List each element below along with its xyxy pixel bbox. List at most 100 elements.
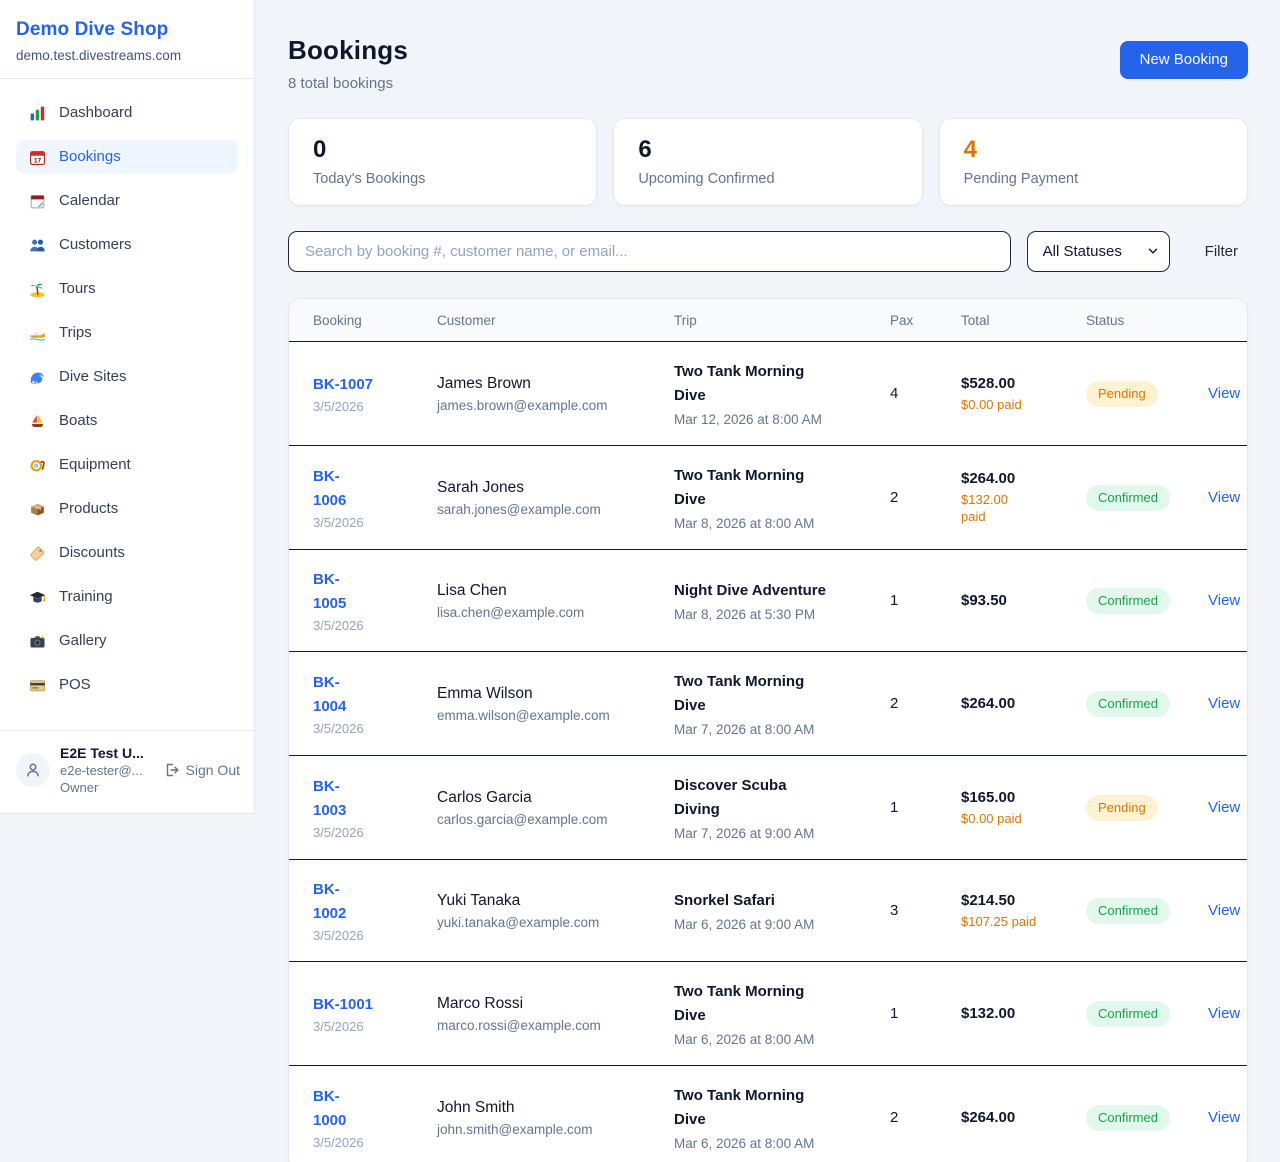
sidebar-item-discounts[interactable]: Discounts [16, 536, 238, 570]
total-amount: $93.50 [961, 592, 1062, 609]
status-badge: Pending [1086, 795, 1158, 821]
table-row: BK-1007 3/5/2026 James Brown james.brown… [289, 342, 1248, 446]
view-cell: View [1196, 550, 1248, 652]
sidebar-item-calendar[interactable]: Calendar [16, 184, 238, 218]
booking-cell: BK- 1003 3/5/2026 [289, 756, 425, 860]
status-cell: Confirmed [1074, 550, 1196, 652]
booking-number-link[interactable]: BK- 1002 [313, 878, 413, 926]
total-cell: $165.00 $0.00 paid [949, 756, 1074, 860]
booking-number-link[interactable]: BK-1001 [313, 993, 413, 1017]
booking-number-link[interactable]: BK- 1003 [313, 775, 413, 823]
sidebar-item-tours[interactable]: Tours [16, 272, 238, 306]
status-cell: Pending [1074, 756, 1196, 860]
page-title: Bookings [288, 35, 408, 66]
table-row: BK- 1002 3/5/2026 Yuki Tanaka yuki.tanak… [289, 860, 1248, 962]
avatar [16, 753, 50, 787]
column-header [1196, 299, 1248, 342]
user-role: Owner [60, 780, 154, 795]
sailboat-icon [28, 413, 46, 430]
customer-cell: Sarah Jones sarah.jones@example.com [425, 446, 662, 550]
sidebar-nav: Dashboard 17 Bookings Calendar Customers… [0, 79, 254, 722]
customer-cell: Lisa Chen lisa.chen@example.com [425, 550, 662, 652]
pax-cell: 1 [878, 756, 949, 860]
status-filter-select[interactable]: All Statuses [1027, 231, 1170, 272]
booking-date: 3/5/2026 [313, 721, 413, 736]
view-cell: View [1196, 652, 1248, 756]
booking-number-link[interactable]: BK- 1006 [313, 465, 413, 513]
pax-cell: 3 [878, 860, 949, 962]
customer-name: Marco Rossi [437, 995, 650, 1013]
view-cell: View [1196, 446, 1248, 550]
booking-date: 3/5/2026 [313, 825, 413, 840]
view-link[interactable]: View [1208, 1109, 1240, 1126]
sidebar-item-dive-sites[interactable]: Dive Sites [16, 360, 238, 394]
sign-out-button[interactable]: Sign Out [164, 762, 240, 778]
sidebar-item-customers[interactable]: Customers [16, 228, 238, 262]
booking-number-link[interactable]: BK- 1005 [313, 568, 413, 616]
credit-card-icon [28, 677, 46, 694]
sidebar-item-trips[interactable]: Trips [16, 316, 238, 350]
view-link[interactable]: View [1208, 592, 1240, 609]
sidebar-item-pos[interactable]: POS [16, 668, 238, 702]
sidebar-item-training[interactable]: Training [16, 580, 238, 614]
users-icon [28, 237, 46, 254]
table-row: BK- 1005 3/5/2026 Lisa Chen lisa.chen@ex… [289, 550, 1248, 652]
view-link[interactable]: View [1208, 902, 1240, 919]
booking-number-link[interactable]: BK- 1000 [313, 1085, 413, 1133]
sidebar-item-label: Dashboard [59, 103, 132, 123]
view-link[interactable]: View [1208, 385, 1240, 402]
trip-datetime: Mar 8, 2026 at 8:00 AM [674, 516, 866, 531]
user-name: E2E Test U... [60, 745, 154, 761]
sidebar-item-label: Customers [59, 235, 132, 255]
stat-label: Upcoming Confirmed [638, 171, 897, 187]
view-link[interactable]: View [1208, 695, 1240, 712]
tearoff-calendar-icon [28, 193, 46, 210]
sidebar-item-dashboard[interactable]: Dashboard [16, 96, 238, 130]
trip-cell: Two Tank Morning Dive Mar 7, 2026 at 8:0… [662, 652, 878, 756]
booking-number-link[interactable]: BK-1007 [313, 373, 413, 397]
table-row: BK-1001 3/5/2026 Marco Rossi marco.rossi… [289, 962, 1248, 1066]
booking-cell: BK- 1006 3/5/2026 [289, 446, 425, 550]
pax-count: 1 [890, 592, 898, 609]
sidebar-item-label: Training [59, 587, 113, 607]
stat-card: 0Today's Bookings [288, 118, 597, 206]
status-cell: Pending [1074, 342, 1196, 446]
graduation-cap-icon [28, 589, 46, 606]
view-link[interactable]: View [1208, 489, 1240, 506]
calendar-date-icon: 17 [28, 149, 46, 166]
booking-date: 3/5/2026 [313, 928, 413, 943]
customer-name: James Brown [437, 375, 650, 393]
filter-button[interactable]: Filter [1195, 237, 1248, 266]
pax-count: 1 [890, 799, 898, 816]
customer-name: Yuki Tanaka [437, 892, 650, 910]
table-header-row: BookingCustomerTripPaxTotalStatus [289, 299, 1248, 342]
total-amount: $214.50 [961, 892, 1062, 909]
page-subtitle: 8 total bookings [288, 75, 408, 92]
view-link[interactable]: View [1208, 1005, 1240, 1022]
trip-name: Two Tank Morning Dive [674, 980, 832, 1028]
sidebar-item-equipment[interactable]: Equipment [16, 448, 238, 482]
stat-value: 6 [638, 136, 897, 164]
new-booking-button[interactable]: New Booking [1120, 41, 1248, 79]
sidebar-item-boats[interactable]: Boats [16, 404, 238, 438]
pax-cell: 2 [878, 1066, 949, 1162]
search-input[interactable] [288, 231, 1011, 272]
sidebar-item-gallery[interactable]: Gallery [16, 624, 238, 658]
trip-cell: Two Tank Morning Dive Mar 6, 2026 at 8:0… [662, 962, 878, 1066]
trip-cell: Snorkel Safari Mar 6, 2026 at 9:00 AM [662, 860, 878, 962]
page-header: Bookings 8 total bookings New Booking [288, 35, 1248, 92]
sidebar-item-bookings[interactable]: 17 Bookings [16, 140, 238, 174]
app-root: Demo Dive Shop demo.test.divestreams.com… [0, 0, 1280, 1162]
view-link[interactable]: View [1208, 799, 1240, 816]
customer-cell: Carlos Garcia carlos.garcia@example.com [425, 756, 662, 860]
pax-cell: 2 [878, 446, 949, 550]
sidebar-item-products[interactable]: Products [16, 492, 238, 526]
booking-number-link[interactable]: BK- 1004 [313, 671, 413, 719]
status-cell: Confirmed [1074, 652, 1196, 756]
booking-date: 3/5/2026 [313, 515, 413, 530]
sidebar-item-label: POS [59, 675, 91, 695]
total-amount: $264.00 [961, 695, 1062, 712]
sidebar-item-label: Trips [59, 323, 92, 343]
status-cell: Confirmed [1074, 1066, 1196, 1162]
status-badge: Confirmed [1086, 691, 1170, 717]
